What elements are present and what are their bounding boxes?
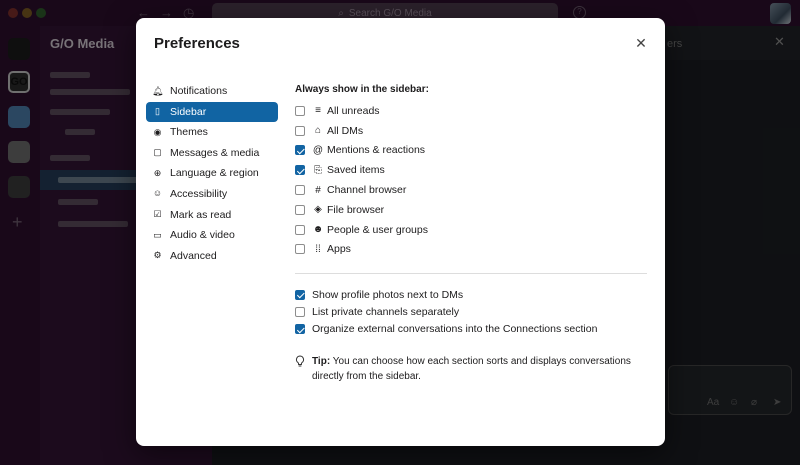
option-all-unreads[interactable]: ≡ All unreads	[295, 101, 647, 121]
option-all-dms[interactable]: ⌂ All DMs	[295, 121, 647, 141]
nav-item-messages-media[interactable]: ▢ Messages & media	[146, 143, 278, 163]
nav-item-mark-as-read[interactable]: ☑ Mark as read	[146, 205, 278, 225]
gear-icon: ⚙	[153, 250, 162, 261]
bell-icon: 🔔︎	[152, 85, 164, 96]
nav-item-advanced[interactable]: ⚙ Advanced	[146, 246, 278, 266]
checkbox[interactable]	[295, 244, 305, 255]
option-label: Saved items	[327, 164, 385, 177]
option-file-browser[interactable]: ◈ File browser	[295, 200, 647, 220]
nav-item-accessibility[interactable]: ☺ Accessibility	[146, 184, 278, 204]
nav-item-label: Accessibility	[170, 187, 228, 200]
preferences-nav: 🔔︎ Notifications ▯ Sidebar ◉ Themes ▢ Me…	[146, 81, 278, 266]
checkbox[interactable]	[295, 125, 305, 136]
sidebar-settings: Always show in the sidebar: ≡ All unread…	[295, 84, 647, 338]
channel-icon: #	[315, 184, 321, 196]
option-show-profile-photos[interactable]: Show profile photos next to DMs	[295, 286, 647, 303]
option-label: Apps	[327, 243, 351, 256]
checkbox-checked[interactable]	[295, 145, 305, 156]
option-people-user-groups[interactable]: ☻ People & user groups	[295, 220, 647, 240]
option-saved-items[interactable]: ⎘ Saved items	[295, 160, 647, 180]
checkbox[interactable]	[295, 185, 305, 196]
nav-item-label: Notifications	[170, 85, 228, 97]
sidebar-icon: ▯	[155, 106, 160, 117]
lightbulb-icon	[295, 355, 305, 384]
nav-item-sidebar[interactable]: ▯ Sidebar	[146, 101, 278, 122]
message-icon: ▢	[153, 147, 162, 158]
option-organize-external[interactable]: Organize external conversations into the…	[295, 321, 647, 338]
option-label: People & user groups	[327, 223, 428, 236]
nav-item-themes[interactable]: ◉ Themes	[146, 122, 278, 142]
modal-title: Preferences	[154, 35, 240, 52]
checkbox-checked[interactable]	[295, 324, 305, 335]
checkbox-checked[interactable]	[295, 165, 305, 176]
nav-item-label: Themes	[170, 126, 208, 139]
option-channel-browser[interactable]: # Channel browser	[295, 180, 647, 200]
option-mentions-reactions[interactable]: @ Mentions & reactions	[295, 141, 647, 161]
checkbox[interactable]	[295, 105, 305, 116]
option-label: All unreads	[327, 104, 380, 117]
checkbox-checked[interactable]	[295, 289, 305, 300]
accessibility-icon: ☺	[152, 188, 163, 199]
tip-text: You can choose how each section sorts an…	[312, 356, 631, 382]
nav-item-label: Mark as read	[170, 208, 232, 221]
option-label: All DMs	[327, 124, 364, 137]
nav-item-label: Sidebar	[170, 105, 207, 118]
nav-item-label: Advanced	[170, 249, 217, 262]
check-square-icon: ☑	[153, 209, 162, 220]
video-icon: ▭	[153, 229, 162, 240]
checkbox[interactable]	[295, 307, 305, 318]
close-icon[interactable]: ✕	[632, 34, 650, 52]
option-label: Show profile photos next to DMs	[312, 288, 464, 301]
option-label: Channel browser	[327, 184, 407, 197]
nav-item-audio-video[interactable]: ▭ Audio & video	[146, 225, 278, 245]
at-icon: @	[312, 144, 324, 156]
tip: Tip: You can choose how each section sor…	[295, 354, 647, 384]
nav-item-label: Messages & media	[170, 146, 260, 159]
apps-icon: ⁞⁞	[315, 243, 321, 255]
dm-icon: ⌂	[314, 125, 322, 137]
eye-icon: ◉	[153, 126, 162, 137]
bookmark-icon: ⎘	[314, 164, 322, 176]
section-heading: Always show in the sidebar:	[295, 84, 429, 95]
option-apps[interactable]: ⁞⁞ Apps	[295, 240, 647, 260]
option-label: Organize external conversations into the…	[312, 323, 598, 336]
nav-item-language-region[interactable]: ⊕ Language & region	[146, 163, 278, 183]
globe-icon: ⊕	[153, 167, 162, 178]
nav-item-label: Language & region	[170, 167, 259, 180]
checkbox[interactable]	[295, 204, 305, 215]
option-label: List private channels separately	[312, 306, 460, 319]
preferences-modal: Preferences ✕ 🔔︎ Notifications ▯ Sidebar…	[136, 18, 665, 446]
option-list-private-channels[interactable]: List private channels separately	[295, 304, 647, 321]
layers-icon: ◈	[314, 204, 322, 216]
divider	[295, 273, 647, 275]
nav-item-label: Audio & video	[170, 229, 235, 242]
option-label: File browser	[327, 203, 385, 216]
list-icon: ≡	[315, 105, 321, 117]
nav-item-notifications[interactable]: 🔔︎ Notifications	[146, 81, 278, 101]
people-icon: ☻	[312, 224, 324, 236]
tip-label: Tip:	[312, 356, 331, 367]
checkbox[interactable]	[295, 224, 305, 235]
option-label: Mentions & reactions	[327, 144, 426, 157]
